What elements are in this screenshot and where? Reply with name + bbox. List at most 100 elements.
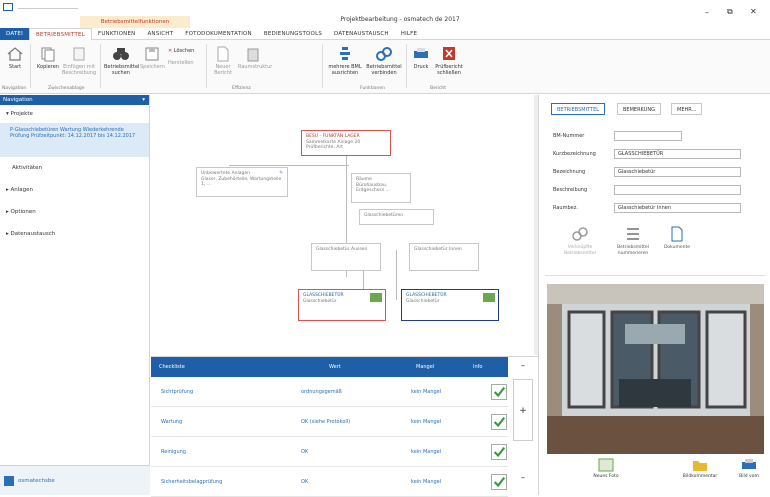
glass-doors-label: Glasschiebetüren: [364, 213, 404, 218]
checklist-defect[interactable]: kein Mangel: [411, 467, 441, 497]
nav-item-projekte[interactable]: ▾ Projekte: [0, 105, 149, 123]
tab-bedienungstools[interactable]: BEDIENUNGSTOOLS: [258, 28, 328, 40]
nav-datenaustausch-label: Datenaustausch: [10, 231, 56, 237]
tab-bemerkung[interactable]: BEMERKUNG: [617, 103, 661, 115]
user-icon: [4, 476, 14, 486]
unassigned-node[interactable]: Unbewertete Anlagen Glaser, Zubehörteile…: [196, 167, 288, 197]
linked-equipment-button[interactable]: Verknüpfte Betriebsmittel: [559, 225, 601, 256]
bm-nummer-field[interactable]: [614, 131, 682, 141]
kopieren-button[interactable]: Kopieren: [34, 46, 62, 70]
checkmark-icon[interactable]: [491, 444, 507, 460]
col-mangel: Mangel: [416, 364, 435, 370]
image-comment-button[interactable]: Bildkommentar: [680, 458, 720, 480]
checklist-defect[interactable]: kein Mangel: [411, 437, 441, 467]
checklist-collapse-button[interactable]: –: [513, 361, 533, 371]
nav-selected-project[interactable]: P-Glasschiebetüren Wartung Wiederkehrend…: [0, 123, 149, 157]
checkmark-icon[interactable]: [491, 414, 507, 430]
pin-icon[interactable]: ▾: [142, 95, 145, 105]
root-node[interactable]: BESU - FUNKTAN LAGER Sammelkarte Anlage …: [301, 130, 391, 156]
tab-datei[interactable]: DATEI: [0, 27, 29, 40]
checklist-defect[interactable]: kein Mangel: [411, 377, 441, 407]
checklist-add-button[interactable]: +: [513, 379, 533, 441]
raumstruktur-label: Raumstruktur: [238, 64, 273, 70]
einfuegen-label: Einfügen mit Beschreibung: [62, 64, 97, 76]
field-label-bm-nummer: BM-Nummer: [553, 133, 585, 139]
quick-access-toolbar[interactable]: [18, 3, 78, 9]
navigation-header: Navigation ▾: [0, 95, 149, 105]
raumbez-field[interactable]: Glasschiebetür Innen: [614, 203, 741, 213]
image-from-label: Bild vom: [739, 474, 759, 479]
loeschen-button[interactable]: ✕ Löschen: [168, 48, 194, 54]
tab-hilfe[interactable]: HILFE: [395, 28, 423, 40]
speichern-button[interactable]: Speichern: [140, 46, 165, 70]
leaf-node-left[interactable]: GLASSCHIEBETÜR Glasschiebetür: [298, 289, 386, 321]
table-row[interactable]: Sicherheitsbelagprüfung OK kein Mangel: [151, 467, 508, 497]
nav-item-aktivitaeten[interactable]: Aktivitäten: [0, 157, 149, 179]
group-bericht: Bericht: [430, 86, 447, 91]
glass-doors-node[interactable]: Glasschiebetüren: [359, 209, 434, 225]
neuer-bericht-button[interactable]: Neuer Bericht: [210, 46, 236, 76]
verbinden-button[interactable]: Betriebsmittel verbinden: [364, 46, 404, 76]
navigation-footer[interactable]: osmatechsbe: [0, 465, 150, 495]
image-from-button[interactable]: Bild vom: [735, 458, 763, 480]
checklist-defect[interactable]: kein Mangel: [411, 407, 441, 437]
tab-ansicht[interactable]: ANSICHT: [141, 28, 179, 40]
checklist-item: Sicherheitsbelagprüfung: [161, 479, 223, 485]
equipment-photo[interactable]: [547, 284, 764, 454]
nav-item-datenaustausch[interactable]: ▸ Datenaustausch: [0, 223, 149, 245]
maximize-button[interactable]: ⧉: [727, 7, 733, 17]
leaf-node-right[interactable]: GLASSCHIEBETÜR Glasschiebetür: [401, 289, 499, 321]
printer-icon: [414, 48, 428, 58]
close-button[interactable]: ✕: [750, 7, 757, 16]
context-tab-label: Betriebsmittelfunktionen: [80, 16, 190, 28]
checklist-value[interactable]: OK (siehe Protokoll): [301, 407, 350, 437]
start-button[interactable]: Start: [4, 46, 26, 70]
checklist-item: Wartung: [161, 419, 183, 425]
ausrichten-button[interactable]: mehrere BML ausrichten: [328, 46, 362, 76]
minimize-button[interactable]: –: [705, 8, 709, 17]
checklist-value[interactable]: OK: [301, 437, 308, 467]
suchen-button[interactable]: Betriebsmittel suchen: [104, 46, 139, 76]
herstellen-button[interactable]: Herstellen: [168, 60, 194, 66]
field-label-beschreibung: Beschreibung: [553, 187, 588, 193]
glass-door-inner-node[interactable]: Glasschiebetür Innen: [409, 243, 479, 271]
tab-funktionen[interactable]: FUNKTIONEN: [92, 28, 142, 40]
tab-betriebsmittel-details[interactable]: BETRIEBSMITTEL: [551, 103, 606, 115]
pruefbericht-button[interactable]: Prüfbericht schließen: [434, 46, 464, 76]
checkmark-icon[interactable]: [491, 384, 507, 400]
tab-betriebsmittel[interactable]: BETRIEBSMITTEL: [28, 27, 92, 40]
checklist-value[interactable]: ordnungsgemäß: [301, 377, 342, 407]
nav-item-anlagen[interactable]: ▸ Anlagen: [0, 179, 149, 201]
tab-mehr[interactable]: MEHR...: [671, 103, 703, 115]
delete-icon: ✕: [168, 48, 173, 54]
nav-anlagen-label: Anlagen: [10, 187, 34, 193]
navigation-title: Navigation: [3, 97, 33, 103]
documents-button[interactable]: Dokumente: [659, 225, 695, 251]
glass-door-outer-node[interactable]: Glasschiebetür Aussen: [311, 243, 381, 271]
checklist-value[interactable]: OK: [301, 467, 308, 497]
kurzbezeichnung-field[interactable]: GLASSCHIEBETÜR: [614, 149, 741, 159]
rooms-node[interactable]: Räume Bürohausbau, Erdgeschoss ...: [351, 173, 411, 203]
ausrichten-label: mehrere BML ausrichten: [328, 64, 362, 76]
raumstruktur-button[interactable]: Raumstruktur: [238, 46, 272, 70]
link-icon: [376, 47, 392, 61]
checklist-scroll-down-button[interactable]: –: [513, 473, 533, 483]
tab-datenaustausch[interactable]: DATENAUSTAUSCH: [328, 28, 395, 40]
number-equipment-button[interactable]: Betriebsmittel nummerieren: [611, 225, 655, 256]
table-row[interactable]: Wartung OK (siehe Protokoll) kein Mangel: [151, 407, 508, 437]
beschreibung-field[interactable]: [614, 185, 741, 195]
new-photo-label: Neues Foto: [593, 474, 619, 479]
einfuegen-button[interactable]: Einfügen mit Beschreibung: [62, 46, 96, 76]
druck-button[interactable]: Druck: [410, 46, 432, 70]
table-row[interactable]: Sichtprüfung ordnungsgemäß kein Mangel: [151, 377, 508, 407]
edit-icon[interactable]: ✎: [279, 171, 283, 177]
checklist-header: Checkliste Wert Mangel Info: [151, 357, 508, 377]
field-label-raumbez: Raumbez.: [553, 205, 578, 211]
checkmark-icon[interactable]: [491, 474, 507, 490]
nav-item-optionen[interactable]: ▸ Optionen: [0, 201, 149, 223]
bezeichnung-field[interactable]: Glasschiebetür: [614, 167, 741, 177]
tab-fotodokumentation[interactable]: FOTODOKUMENTATION: [179, 28, 258, 40]
table-row[interactable]: Reinigung OK kein Mangel: [151, 437, 508, 467]
new-photo-button[interactable]: Neues Foto: [592, 458, 620, 480]
new-document-icon: [217, 46, 229, 62]
